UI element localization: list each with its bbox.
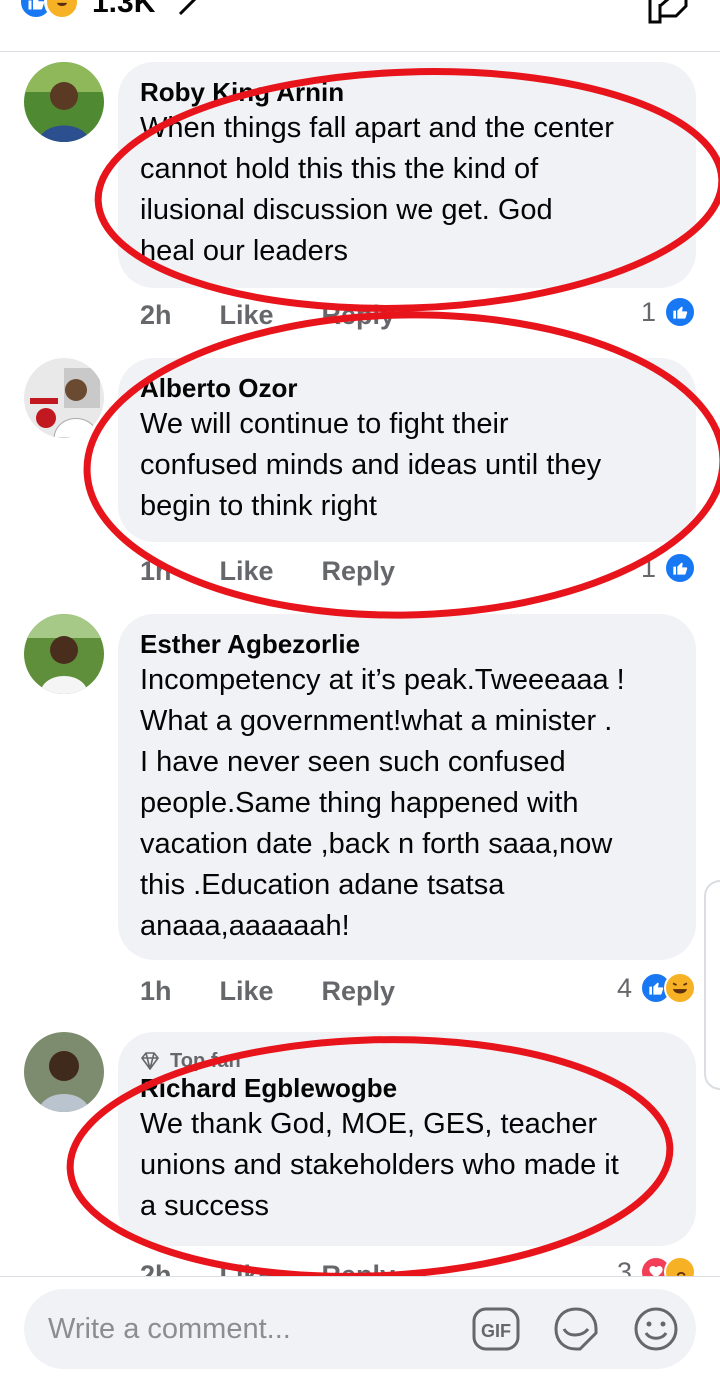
comment-composer: GIF xyxy=(0,1276,720,1378)
like-icon xyxy=(664,552,696,584)
haha-icon xyxy=(44,0,80,20)
chevron-right-icon[interactable] xyxy=(176,0,200,23)
comment-actions: 1h Like Reply xyxy=(140,976,395,1007)
comment-author[interactable]: Richard Egblewogbe xyxy=(140,1072,674,1104)
comment-reactions[interactable]: 1 xyxy=(641,552,696,584)
reply-button[interactable]: Reply xyxy=(322,556,396,587)
comment-reactions[interactable]: 1 xyxy=(641,296,696,328)
comment-text: When things fall apart and the center ca… xyxy=(140,112,614,267)
scrollbar-handle[interactable] xyxy=(704,880,720,1090)
comment-text: We will continue to fight their confused… xyxy=(140,408,602,522)
like-button[interactable]: Like xyxy=(220,556,274,587)
comment-time: 2h xyxy=(140,300,172,330)
haha-icon xyxy=(664,972,696,1004)
like-icon xyxy=(664,296,696,328)
comment-text: Incompetency at it’s peak.Tweeeaaa ! Wha… xyxy=(140,664,625,942)
diamond-icon xyxy=(140,1052,160,1070)
reactions-summary-bar: 1.3K xyxy=(0,0,720,52)
share-icon[interactable] xyxy=(646,0,690,31)
comment-bubble[interactable]: Roby King Arnin When things fall apart a… xyxy=(118,62,696,288)
reactions-summary[interactable]: 1.3K xyxy=(18,0,155,20)
comment-author[interactable]: Roby King Arnin xyxy=(140,76,674,108)
comment-actions: 2h Like Reply xyxy=(140,300,395,331)
svg-text:GIF: GIF xyxy=(481,1321,511,1341)
like-button[interactable]: Like xyxy=(220,300,274,331)
reaction-count: 1.3K xyxy=(92,0,156,19)
comment-reactions[interactable]: 4 xyxy=(617,972,696,1004)
composer-box: GIF xyxy=(24,1289,696,1369)
comment-actions: 1h Like Reply xyxy=(140,556,395,587)
comment-bubble[interactable]: Alberto Ozor We will continue to fight t… xyxy=(118,358,696,542)
comment-author[interactable]: Esther Agbezorlie xyxy=(140,628,674,660)
emoji-icon[interactable] xyxy=(632,1305,680,1353)
reply-button[interactable]: Reply xyxy=(322,300,396,331)
sticker-icon[interactable] xyxy=(552,1305,600,1353)
avatar[interactable] xyxy=(24,614,104,694)
avatar[interactable] xyxy=(24,62,104,142)
comment-time: 1h xyxy=(140,556,172,586)
avatar[interactable] xyxy=(24,358,104,438)
reply-button[interactable]: Reply xyxy=(322,976,396,1007)
like-button[interactable]: Like xyxy=(220,976,274,1007)
comment-time: 1h xyxy=(140,976,172,1006)
comment-input[interactable] xyxy=(48,1305,468,1353)
gif-button[interactable]: GIF xyxy=(472,1305,520,1353)
comment-bubble[interactable]: Esther Agbezorlie Incompetency at it’s p… xyxy=(118,614,696,960)
top-fan-badge: Top fan xyxy=(140,1050,674,1072)
avatar[interactable] xyxy=(24,1032,104,1112)
comment-bubble[interactable]: Top fan Richard Egblewogbe We thank God,… xyxy=(118,1032,696,1246)
comment-text: We thank God, MOE, GES, teacher unions a… xyxy=(140,1108,619,1222)
comment-author[interactable]: Alberto Ozor xyxy=(140,372,674,404)
